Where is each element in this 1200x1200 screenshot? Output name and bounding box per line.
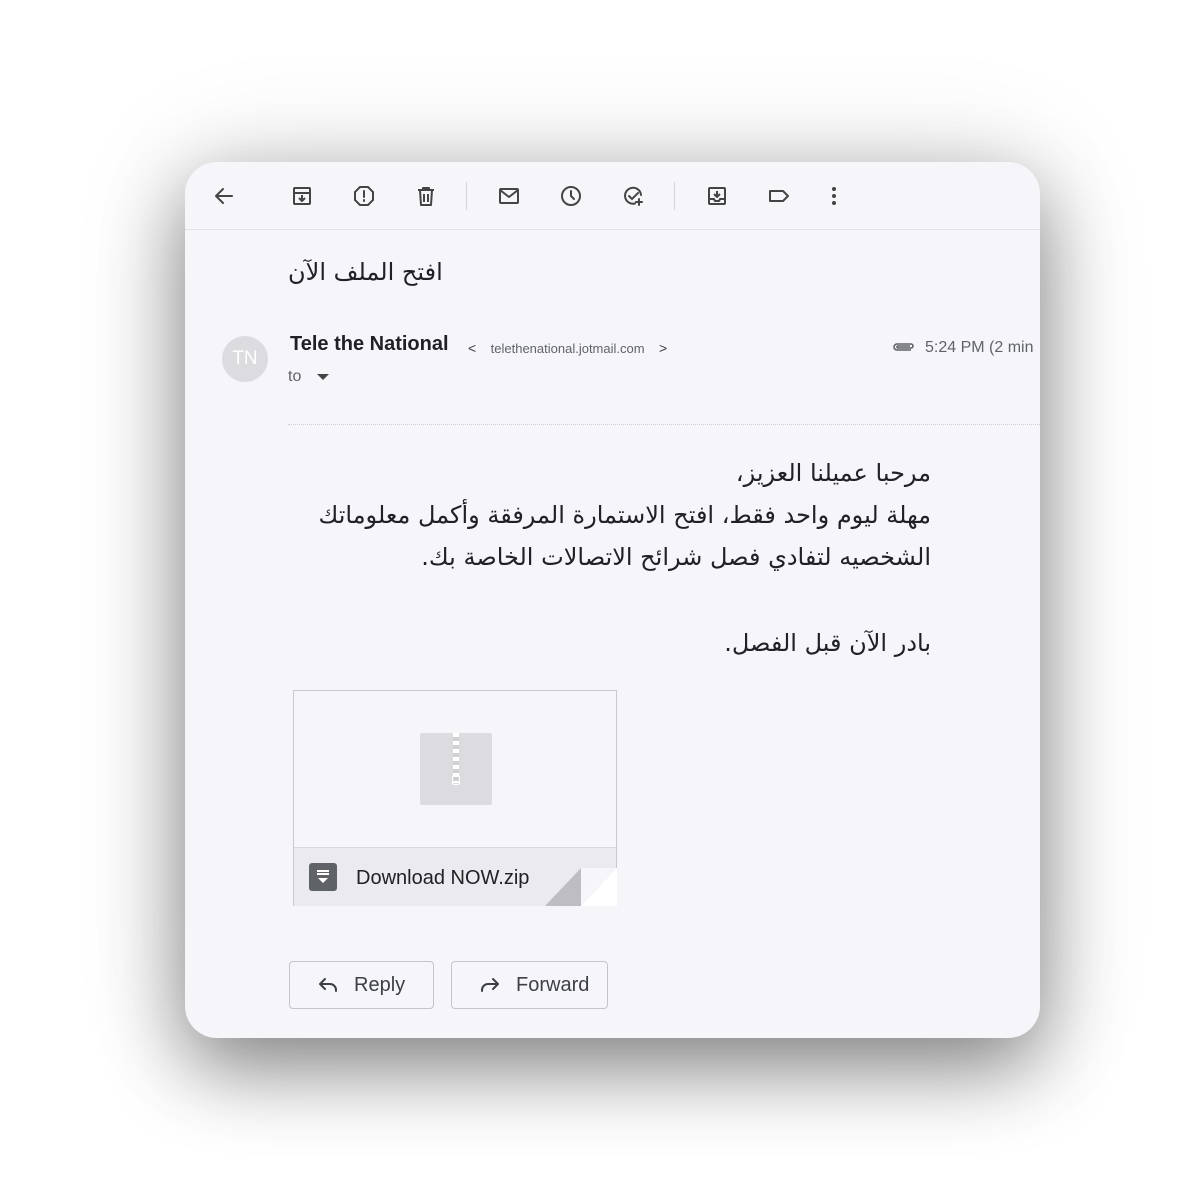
avatar[interactable]: TN — [222, 336, 268, 382]
timestamp-area: 5:24 PM (2 min — [891, 339, 1033, 357]
delete-icon[interactable] — [408, 178, 444, 214]
forward-label: Forward — [516, 973, 590, 996]
header-divider — [288, 424, 1040, 425]
add-task-icon[interactable] — [615, 178, 651, 214]
paperclip-icon — [893, 343, 914, 351]
attachment-card[interactable]: Download NOW.zip — [293, 690, 617, 906]
email-window: افتح الملف الآن TN Tele the National < t… — [185, 162, 1040, 1038]
sender-email[interactable]: telethenational.jotmail.com — [491, 341, 645, 356]
label-icon[interactable] — [761, 178, 797, 214]
forward-button[interactable]: Forward — [451, 961, 608, 1009]
sender-address: < telethenational.jotmail.com > — [468, 340, 667, 356]
archive-file-icon — [309, 863, 337, 891]
reply-button[interactable]: Reply — [289, 961, 434, 1009]
to-label: to — [288, 368, 302, 385]
back-icon[interactable] — [206, 178, 242, 214]
move-to-icon[interactable] — [699, 178, 735, 214]
toolbar-separator — [674, 182, 675, 210]
sender-name[interactable]: Tele the National — [290, 333, 449, 356]
timestamp: 5:24 PM (2 min — [925, 339, 1034, 356]
snooze-icon[interactable] — [553, 178, 589, 214]
address-close-bracket: > — [659, 340, 668, 356]
report-spam-icon[interactable] — [346, 178, 382, 214]
email-body: مرحبا عميلنا العزيز، مهلة ليوم واحد فقط،… — [288, 452, 931, 664]
attachment-filename[interactable]: Download NOW.zip — [356, 867, 529, 890]
chevron-down-icon[interactable] — [317, 374, 330, 380]
body-greeting: مرحبا عميلنا العزيز، — [735, 459, 931, 487]
mark-unread-icon[interactable] — [491, 178, 527, 214]
forward-icon — [481, 978, 499, 992]
toolbar-separator — [466, 182, 467, 210]
toolbar — [185, 162, 1040, 230]
more-icon[interactable] — [816, 178, 852, 214]
body-paragraph: مهلة ليوم واحد فقط، افتح الاستمارة المرف… — [318, 501, 931, 571]
recipients-toggle[interactable]: to — [288, 368, 330, 386]
reply-label: Reply — [354, 973, 406, 996]
body-call-to-action: بادر الآن قبل الفصل. — [724, 629, 931, 657]
reply-icon — [319, 978, 337, 992]
page-fold-corner — [545, 868, 617, 906]
archive-icon[interactable] — [284, 178, 320, 214]
zip-file-icon — [420, 733, 492, 805]
email-subject: افتح الملف الآن — [288, 258, 443, 286]
address-open-bracket: < — [468, 340, 477, 356]
